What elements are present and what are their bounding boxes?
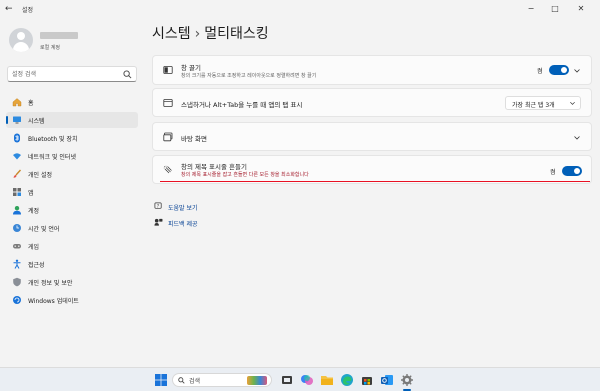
sidebar-item-windows-update[interactable]: Windows 업데이트	[6, 292, 138, 308]
highlight-underline	[160, 181, 590, 182]
bluetooth-icon	[14, 133, 20, 143]
snap-windows-toggle[interactable]	[549, 65, 569, 75]
sidebar-item-personalization[interactable]: 개인 설정	[6, 166, 138, 182]
taskbar-search[interactable]: 검색	[172, 373, 272, 387]
sidebar-item-accessibility[interactable]: 접근성	[6, 256, 138, 272]
setting-title: 스냅하거나 Alt+Tab을 누를 때 앱의 탭 표시	[181, 101, 303, 109]
toggle-state-label: 켬	[550, 169, 556, 176]
title-bar: ← 설정 − □ ✕	[0, 0, 600, 18]
sidebar-item-label: 접근성	[28, 262, 45, 269]
store-icon[interactable]	[360, 373, 374, 387]
close-button[interactable]: ✕	[572, 3, 590, 15]
chevron-down-icon[interactable]	[573, 134, 581, 142]
help-link[interactable]: ? 도움말 보기	[154, 201, 224, 213]
sidebar-item-label: 시간 및 언어	[28, 226, 60, 233]
sidebar-item-label: 시스템	[28, 118, 45, 125]
minimize-button[interactable]: −	[522, 3, 540, 15]
sidebar-item-privacy[interactable]: 개인 정보 및 보안	[6, 274, 138, 290]
search-icon[interactable]	[123, 70, 132, 79]
search-box[interactable]	[7, 66, 137, 82]
sidebar-item-label: Bluetooth 및 장치	[28, 136, 78, 143]
brush-icon	[13, 169, 22, 178]
setting-title: 창 끌기	[181, 64, 202, 72]
sidebar-item-label: 네트워크 및 인터넷	[28, 154, 76, 161]
setting-title: 창의 제목 표시줄 흔들기	[181, 163, 247, 171]
setting-alt-tab: 스냅하거나 Alt+Tab을 누를 때 앱의 탭 표시 가장 최근 탭 3개	[152, 88, 592, 117]
title-bar-shake-toggle[interactable]	[562, 166, 582, 176]
snap-windows-icon	[163, 66, 173, 74]
setting-desktops[interactable]: 바탕 화면	[152, 122, 592, 151]
sidebar-item-system[interactable]: 시스템	[6, 112, 138, 128]
breadcrumb-parent[interactable]: 시스템	[152, 26, 191, 42]
account-type: 로컬 계정	[40, 45, 60, 51]
alt-tab-dropdown[interactable]: 가장 최근 탭 3개	[505, 96, 581, 110]
settings-icon[interactable]	[400, 373, 414, 387]
desktops-icon	[163, 132, 173, 141]
edge-icon[interactable]	[340, 373, 354, 387]
gamepad-icon	[13, 244, 21, 249]
apps-icon	[13, 188, 21, 196]
help-link-label: 도움말 보기	[168, 205, 198, 212]
outlook-icon[interactable]	[380, 373, 394, 387]
accessibility-icon	[13, 259, 21, 269]
setting-snap-windows[interactable]: 창 끌기 창의 크기를 자동으로 조정하고 레이아웃으로 정렬하려면 창 끌기 …	[152, 55, 592, 85]
setting-title-bar-shake: 창의 제목 표시줄 흔들기 창의 제목 표시줄을 잡고 흔들면 다른 모든 창을…	[152, 155, 592, 184]
wifi-icon	[13, 153, 21, 160]
help-icon: ?	[154, 202, 162, 209]
windows-start-icon[interactable]	[154, 373, 168, 387]
tab-window-icon	[163, 98, 173, 107]
file-explorer-icon[interactable]	[320, 373, 334, 387]
search-highlight-art	[247, 376, 267, 385]
shake-icon	[163, 165, 172, 173]
breadcrumb-separator: ›	[194, 26, 201, 42]
copilot-icon[interactable]	[300, 373, 314, 387]
back-button[interactable]: ←	[5, 4, 15, 14]
sidebar-item-label: 홈	[28, 100, 34, 107]
shield-icon	[13, 277, 21, 287]
sidebar-item-label: 개인 설정	[28, 172, 52, 179]
toggle-state-label: 켬	[537, 68, 543, 75]
search-input[interactable]	[12, 69, 120, 79]
sidebar-item-gaming[interactable]: 게임	[6, 238, 138, 254]
home-icon	[12, 98, 22, 107]
avatar[interactable]	[9, 28, 33, 52]
sidebar-item-apps[interactable]: 앱	[6, 184, 138, 200]
sidebar-item-accounts[interactable]: 계정	[6, 202, 138, 218]
search-icon	[178, 377, 185, 384]
setting-title: 바탕 화면	[181, 135, 207, 143]
update-icon	[13, 296, 21, 304]
taskbar: 검색	[0, 367, 600, 391]
taskbar-search-label: 검색	[189, 378, 201, 385]
dropdown-value: 가장 최근 탭 3개	[512, 102, 555, 109]
task-view-icon[interactable]	[280, 373, 294, 387]
active-indicator	[6, 116, 8, 124]
sidebar-item-label: Windows 업데이트	[28, 298, 79, 305]
chevron-down-icon	[570, 101, 575, 105]
feedback-link-label: 피드백 제공	[168, 221, 198, 228]
sidebar-item-label: 게임	[28, 244, 40, 251]
feedback-icon	[154, 218, 163, 226]
chevron-down-icon[interactable]	[573, 67, 581, 75]
breadcrumb: 시스템 › 멀티태스킹	[152, 23, 269, 43]
account-icon	[13, 206, 21, 215]
user-name-redacted	[40, 32, 78, 39]
sidebar-item-label: 계정	[28, 208, 40, 215]
sidebar-item-network[interactable]: 네트워크 및 인터넷	[6, 148, 138, 164]
sidebar-item-label: 앱	[28, 190, 34, 197]
sidebar-item-label: 개인 정보 및 보안	[28, 280, 73, 287]
setting-description: 창의 크기를 자동으로 조정하고 레이아웃으로 정렬하려면 창 끌기	[181, 73, 317, 79]
setting-description: 창의 제목 표시줄을 잡고 흔들면 다른 모든 창을 최소화합니다	[181, 172, 309, 178]
sidebar-item-home[interactable]: 홈	[6, 94, 138, 110]
feedback-link[interactable]: 피드백 제공	[154, 217, 224, 229]
sidebar-item-bluetooth[interactable]: Bluetooth 및 장치	[6, 130, 138, 146]
maximize-button[interactable]: □	[546, 3, 564, 15]
page-title: 멀티태스킹	[204, 26, 269, 42]
globe-clock-icon	[13, 224, 21, 232]
system-icon	[13, 116, 21, 124]
app-title: 설정	[22, 7, 34, 14]
sidebar-item-time-language[interactable]: 시간 및 언어	[6, 220, 138, 236]
